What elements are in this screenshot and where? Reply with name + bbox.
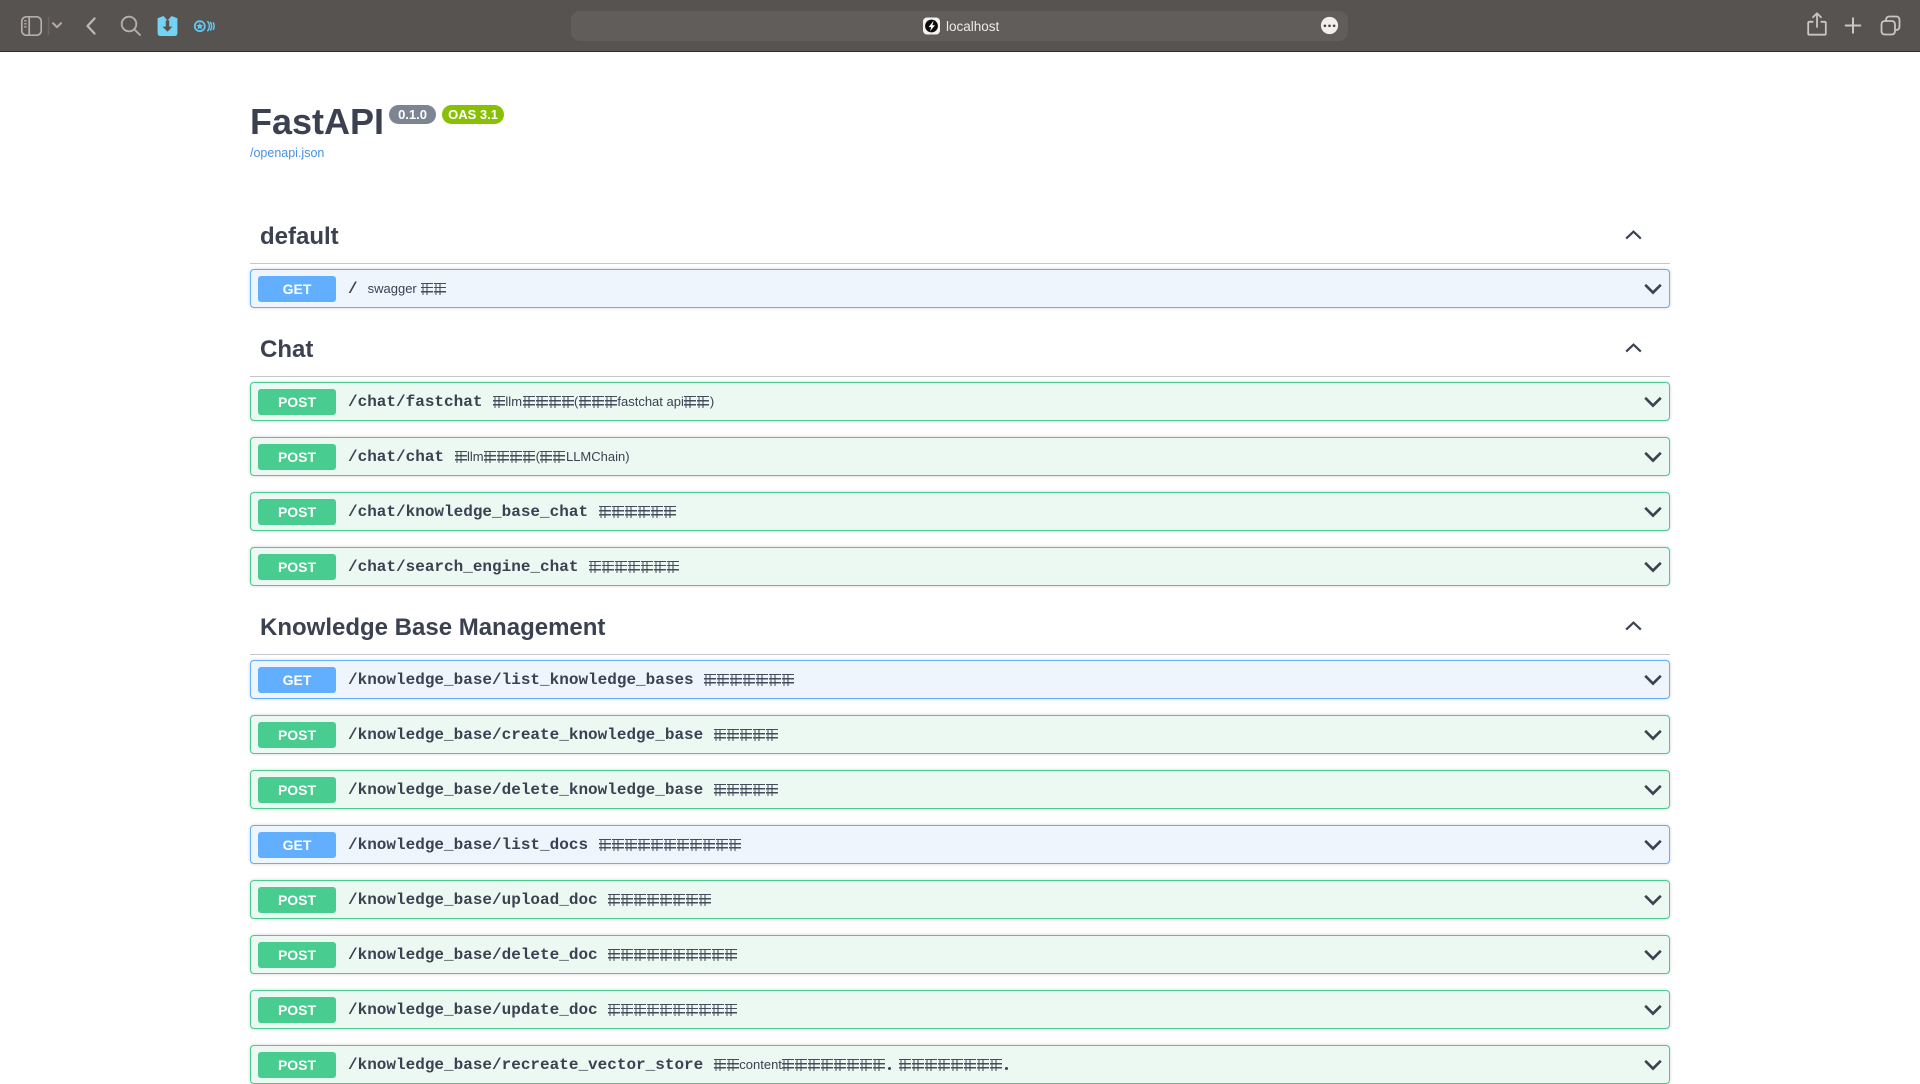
- svg-text:localhost: localhost: [946, 19, 1000, 34]
